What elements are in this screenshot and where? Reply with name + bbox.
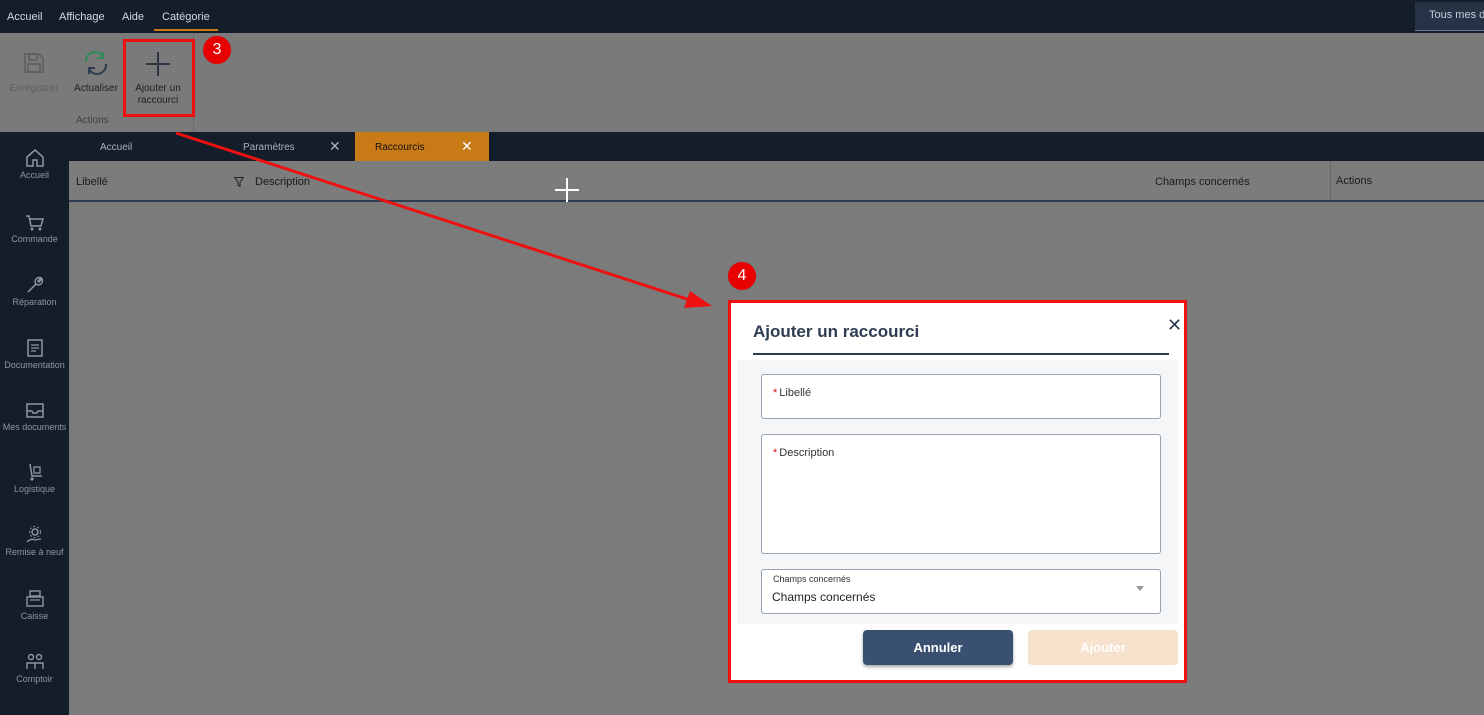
cash-register-icon — [25, 590, 44, 607]
nav-label: Documentation — [4, 360, 65, 370]
tabs-bar: Accueil Paramètres ✕ Raccourcis ✕ — [69, 132, 1484, 161]
select-value: Champs concernés — [772, 590, 876, 604]
global-search-input[interactable]: Tous mes do — [1415, 2, 1484, 31]
filter-icon[interactable] — [234, 177, 244, 187]
step-badge-3: 3 — [202, 35, 232, 65]
column-header-description[interactable]: Description — [255, 176, 310, 188]
refresh-icon — [84, 51, 108, 75]
nav-label: Remise à neuf — [5, 547, 64, 557]
inbox-icon — [25, 403, 44, 418]
nav-label: Accueil — [19, 170, 49, 180]
cursor-crosshair-icon — [555, 178, 579, 202]
nav-item-mes-documents[interactable]: Mes documents — [0, 400, 69, 432]
required-marker: * — [773, 387, 778, 399]
nav-item-reparation[interactable]: Réparation — [0, 275, 69, 307]
ribbon-group-label: Actions — [76, 115, 109, 126]
nav-item-remise-a-neuf[interactable]: Remise à neuf — [0, 525, 69, 557]
tab-accueil[interactable]: Accueil — [69, 132, 199, 161]
refresh-label: Actualiser — [74, 83, 118, 94]
column-header-actions: Actions — [1336, 175, 1373, 187]
menu-accueil[interactable]: Accueil — [7, 11, 42, 23]
left-nav: Accueil Commande Réparation Documentatio… — [0, 132, 69, 715]
tab-raccourcis[interactable]: Raccourcis ✕ — [355, 132, 489, 161]
nav-label: Commande — [11, 234, 58, 244]
highlight-box-step3 — [123, 39, 195, 117]
gear-hand-icon — [26, 526, 41, 543]
wrench-icon — [26, 276, 43, 293]
menu-affichage[interactable]: Affichage — [59, 11, 105, 23]
save-icon — [24, 53, 44, 73]
close-icon[interactable]: ✕ — [1167, 315, 1182, 336]
nav-label: Logistique — [13, 484, 56, 494]
libelle-label: * Libellé — [773, 387, 811, 399]
champs-concernes-select[interactable]: Champs concernés Champs concernés — [761, 569, 1161, 614]
tab-label: Raccourcis — [375, 142, 425, 153]
save-label: Enregistrer — [9, 83, 59, 94]
nav-item-documentation[interactable]: Documentation — [0, 338, 69, 370]
nav-label: Caisse — [20, 611, 49, 621]
dialog-body: Ajouter un raccourci ✕ * Libellé * Descrip… — [737, 309, 1182, 674]
column-divider — [1330, 161, 1331, 200]
description-label: * Description — [773, 447, 834, 459]
chevron-down-icon[interactable] — [1136, 586, 1144, 591]
tab-label: Paramètres — [243, 142, 295, 153]
dialog-title-underline — [753, 353, 1169, 355]
save-button[interactable]: Enregistrer — [6, 51, 62, 95]
add-shortcut-dialog: Ajouter un raccourci ✕ * Libellé * Descrip… — [728, 300, 1187, 683]
column-header-libelle[interactable]: Libellé — [76, 176, 108, 188]
menu-bar: Accueil Affichage Aide Catégorie Tous me… — [0, 0, 1484, 33]
description-label-text: Description — [779, 447, 835, 459]
nav-item-caisse[interactable]: Caisse — [0, 589, 69, 621]
menu-aide[interactable]: Aide — [122, 11, 144, 23]
dialog-title: Ajouter un raccourci — [753, 322, 920, 341]
dialog-footer: Annuler Ajouter — [737, 624, 1178, 674]
tab-label: Accueil — [100, 142, 133, 153]
dolly-icon — [28, 463, 42, 481]
libelle-field[interactable]: * Libellé — [761, 374, 1161, 419]
add-button[interactable]: Ajouter — [1028, 630, 1178, 665]
close-icon[interactable]: ✕ — [461, 138, 473, 155]
cart-icon — [25, 215, 44, 231]
people-icon — [25, 653, 44, 669]
home-icon — [25, 149, 44, 167]
tab-parametres[interactable]: Paramètres ✕ — [199, 132, 355, 161]
nav-item-logistique[interactable]: Logistique — [0, 462, 69, 494]
cancel-button[interactable]: Annuler — [863, 630, 1013, 665]
document-icon — [26, 339, 43, 357]
refresh-button[interactable]: Actualiser — [68, 51, 124, 95]
nav-item-comptoir[interactable]: Comptoir — [0, 652, 69, 684]
close-icon[interactable]: ✕ — [329, 138, 341, 155]
description-field[interactable]: * Description — [761, 434, 1161, 554]
required-marker: * — [773, 447, 778, 459]
nav-label: Comptoir — [16, 674, 53, 684]
libelle-label-text: Libellé — [779, 387, 812, 399]
nav-item-commande[interactable]: Commande — [0, 214, 69, 244]
select-floating-label: Champs concernés — [773, 574, 851, 584]
nav-label: Réparation — [12, 297, 57, 307]
column-header-champs[interactable]: Champs concernés — [1155, 176, 1250, 188]
nav-label: Mes documents — [2, 422, 67, 432]
nav-item-accueil[interactable]: Accueil — [0, 148, 69, 180]
menu-categorie[interactable]: Catégorie — [154, 11, 218, 31]
step-badge-4: 4 — [727, 261, 757, 291]
grid-header: Libellé Description Champs concernés Act… — [69, 161, 1484, 202]
